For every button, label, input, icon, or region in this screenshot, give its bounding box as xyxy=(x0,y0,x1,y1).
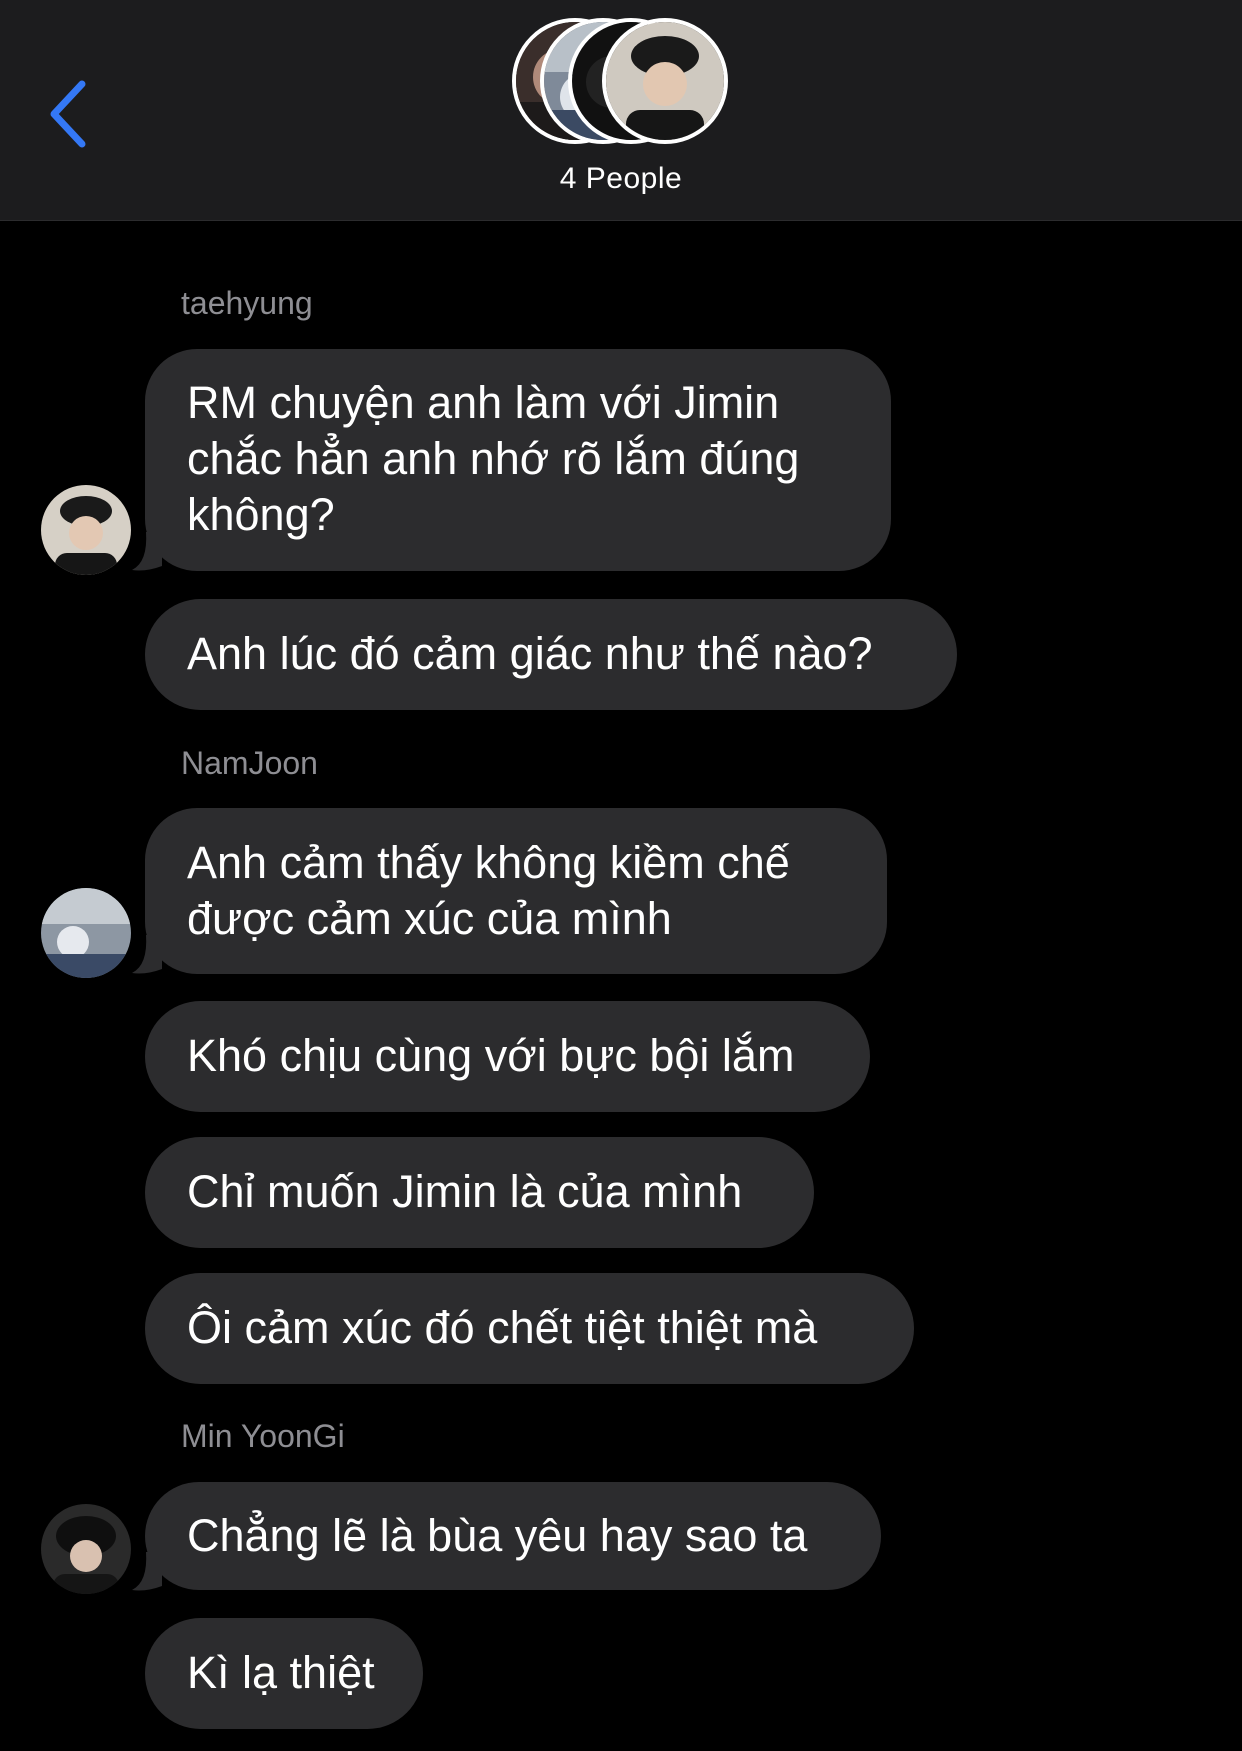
avatar[interactable] xyxy=(41,485,131,575)
sender-name: NamJoon xyxy=(181,745,318,781)
bubble-tail xyxy=(132,1552,162,1591)
message-bubble[interactable]: Khó chịu cùng với bực bội lắm xyxy=(145,1001,870,1112)
conversation-header: 4 People xyxy=(0,0,1242,221)
message-bubble[interactable]: Anh cảm thấy không kiềm chế được cảm xúc… xyxy=(145,808,887,974)
group-avatar-4 xyxy=(602,18,728,144)
bubble-tail xyxy=(132,532,162,571)
bubble-tail xyxy=(132,935,162,974)
sender-name: Min YoonGi xyxy=(181,1418,345,1454)
back-button[interactable] xyxy=(44,78,94,150)
message-bubble[interactable]: Chẳng lẽ là bùa yêu hay sao ta xyxy=(145,1482,881,1590)
chevron-left-icon xyxy=(50,80,86,148)
message-text: Ôi cảm xúc đó chết tiệt thiệt mà xyxy=(187,1302,818,1353)
people-count[interactable]: 4 People xyxy=(0,162,1242,196)
avatar[interactable] xyxy=(41,1504,131,1594)
avatar[interactable] xyxy=(41,888,131,978)
message-bubble[interactable]: Ôi cảm xúc đó chết tiệt thiệt mà xyxy=(145,1273,914,1384)
message-text: Kì lạ thiệt xyxy=(187,1647,375,1698)
sender-name: taehyung xyxy=(181,285,313,321)
message-bubble[interactable]: Kì lạ thiệt xyxy=(145,1618,423,1729)
message-bubble[interactable]: Anh lúc đó cảm giác như thế nào? xyxy=(145,599,957,710)
message-text: RM chuyện anh làm với Jimin chắc hẳn anh… xyxy=(187,377,800,540)
message-bubble[interactable]: RM chuyện anh làm với Jimin chắc hẳn anh… xyxy=(145,349,891,571)
message-text: Chỉ muốn Jimin là của mình xyxy=(187,1166,743,1217)
message-text: Khó chịu cùng với bực bội lắm xyxy=(187,1030,795,1081)
message-text: Anh cảm thấy không kiềm chế được cảm xúc… xyxy=(187,837,790,944)
message-text: Chẳng lẽ là bùa yêu hay sao ta xyxy=(187,1510,808,1561)
group-avatar-stack[interactable] xyxy=(512,18,732,144)
message-text: Anh lúc đó cảm giác như thế nào? xyxy=(187,628,873,679)
message-bubble[interactable]: Chỉ muốn Jimin là của mình xyxy=(145,1137,814,1248)
